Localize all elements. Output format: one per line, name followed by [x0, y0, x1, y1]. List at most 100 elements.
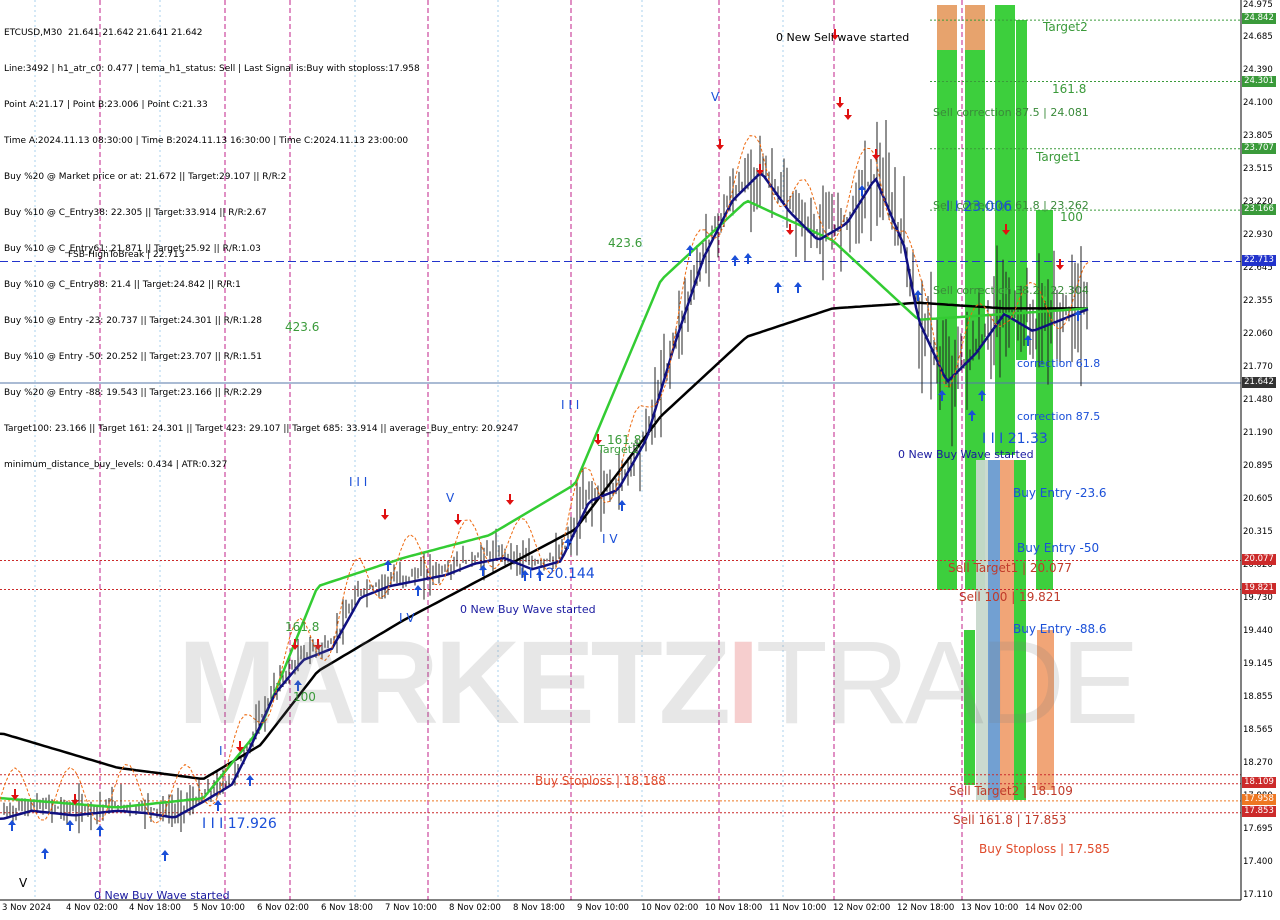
signal-bar	[965, 5, 985, 50]
watermark-part1: MARKETZ	[178, 617, 731, 749]
y-tick: 24.975	[1243, 0, 1273, 10]
point-label: I I I 20.144	[520, 566, 595, 582]
sell-arrow-icon	[1056, 259, 1064, 270]
buy-arrow-icon	[246, 775, 254, 786]
sell-target1-label: Sell Target1 | 20.077	[948, 561, 1072, 575]
x-tick: 3 Nov 2024	[2, 903, 52, 913]
buy-arrow-icon	[41, 848, 49, 859]
sell-correction-875-label: Sell correction 87.5 | 24.081	[933, 106, 1089, 119]
y-tick: 21.190	[1243, 428, 1273, 438]
info-line: Line:3492 | h1_atr_c0: 0.477 | tema_h1_s…	[4, 64, 420, 74]
buy-arrow-icon	[414, 585, 422, 596]
wave-label: I	[219, 744, 223, 758]
x-tick: 9 Nov 10:00	[577, 903, 629, 913]
buy-arrow-icon	[96, 825, 104, 836]
price-tag: 17.853	[1242, 806, 1276, 817]
target1-label: Target1	[1036, 150, 1081, 164]
fib-100-label: 100	[1060, 210, 1083, 224]
fib-1618-label: 161.8	[285, 620, 320, 634]
sell-arrow-icon	[872, 149, 880, 160]
y-tick: 18.565	[1243, 725, 1273, 735]
price-tag: 19.821	[1242, 583, 1276, 594]
sell-correction-382-label: Sell correction 38.2 | 22.304	[933, 284, 1089, 297]
new-buy-wave-label: 0 New Buy Wave started	[94, 889, 230, 902]
sell-arrow-icon	[454, 514, 462, 525]
y-tick: 19.730	[1243, 593, 1273, 603]
x-tick: 10 Nov 18:00	[705, 903, 763, 913]
sell-arrow-icon	[844, 109, 852, 120]
fib-100-label: 100	[293, 690, 316, 704]
buy-entry-886-label: Buy Entry -88.6	[1013, 622, 1107, 636]
y-tick: 20.605	[1243, 494, 1273, 504]
y-tick: 24.685	[1243, 32, 1273, 42]
x-tick: 4 Nov 18:00	[129, 903, 181, 913]
x-tick: 14 Nov 02:00	[1025, 903, 1083, 913]
y-tick: 24.390	[1243, 65, 1273, 75]
y-tick: 20.315	[1243, 527, 1273, 537]
y-tick: 17.110	[1243, 890, 1273, 900]
x-tick: 8 Nov 02:00	[449, 903, 501, 913]
buy-arrow-icon	[774, 282, 782, 293]
point-c-label: I I I 21.33	[982, 431, 1048, 447]
sell-target2-label: Sell Target2 | 18.109	[949, 784, 1073, 798]
fib-4236-label: 423.6	[608, 236, 643, 250]
buy-arrow-icon	[479, 565, 487, 576]
new-buy-wave-label: 0 New Buy Wave started	[898, 448, 1034, 461]
wave-label: V	[446, 491, 455, 505]
price-tag-current: 21.642	[1242, 377, 1276, 388]
buy-arrow-icon	[8, 820, 16, 831]
y-tick: 24.100	[1243, 98, 1273, 108]
buy-arrow-icon	[731, 255, 739, 266]
new-sell-wave-label: 0 New Sell wave started	[776, 31, 910, 44]
buy-arrow-icon	[214, 800, 222, 811]
info-panel: ETCUSD,M30 21.641 21.642 21.641 21.642 L…	[4, 3, 519, 483]
y-tick: 21.770	[1243, 362, 1273, 372]
watermark-part3: TRADE	[755, 617, 1140, 749]
info-line: Buy %10 @ C_Entry88: 21.4 || Target:24.8…	[4, 280, 241, 290]
info-line: Buy %10 @ Entry -23: 20.737 || Target:24…	[4, 316, 262, 326]
y-tick: 23.515	[1243, 164, 1273, 174]
info-line: Target100: 23.166 || Target 161: 24.301 …	[4, 424, 519, 434]
correction-875-label: correction 87.5	[1017, 410, 1101, 423]
target2-label: Target2	[1043, 20, 1088, 34]
x-tick: 6 Nov 02:00	[257, 903, 309, 913]
info-line: minimum_distance_buy_levels: 0.434 | ATR…	[4, 460, 228, 470]
y-tick: 17.400	[1243, 857, 1273, 867]
y-tick: 20.895	[1243, 461, 1273, 471]
price-tag: 24.301	[1242, 76, 1276, 87]
x-tick: 6 Nov 18:00	[321, 903, 373, 913]
buy-arrow-icon	[161, 850, 169, 861]
wave-label: I V	[602, 532, 618, 546]
wave-label: I V	[399, 611, 415, 625]
y-tick: 17.695	[1243, 824, 1273, 834]
sell-arrow-icon	[836, 97, 844, 108]
y-tick: 22.355	[1243, 296, 1273, 306]
buy-entry-236-label: Buy Entry -23.6	[1013, 486, 1107, 500]
sell-arrow-icon	[716, 139, 724, 150]
y-tick: 23.805	[1243, 131, 1273, 141]
y-tick: 18.270	[1243, 758, 1273, 768]
x-tick: 5 Nov 10:00	[193, 903, 245, 913]
fib-161-label: 161.8	[1052, 82, 1087, 96]
info-line: Buy %20 @ Entry -88: 19.543 || Target:23…	[4, 388, 262, 398]
info-line: Buy %10 @ C_Entry38: 22.305 || Target:33…	[4, 208, 267, 218]
info-line: Buy %20 @ Market price or at: 21.672 || …	[4, 172, 287, 182]
x-tick: 12 Nov 02:00	[833, 903, 891, 913]
buy-stoploss-label: Buy Stoploss | 18.188	[535, 774, 666, 788]
x-tick: 13 Nov 10:00	[961, 903, 1019, 913]
x-tick: 12 Nov 18:00	[897, 903, 955, 913]
y-tick: 18.855	[1243, 692, 1273, 702]
y-tick: 22.930	[1243, 230, 1273, 240]
price-tag: 22.713	[1242, 255, 1276, 266]
x-tick: 7 Nov 10:00	[385, 903, 437, 913]
wave-label: V	[19, 876, 28, 890]
point-label: I I I 17.926	[202, 816, 277, 832]
fib-4236-label: 423.6	[285, 320, 320, 334]
x-tick: 4 Nov 02:00	[66, 903, 118, 913]
signal-bar	[937, 5, 957, 50]
price-tag: 24.842	[1242, 13, 1276, 24]
price-tag: 23.707	[1242, 143, 1276, 154]
price-tag: 23.166	[1242, 204, 1276, 215]
info-line: Time A:2024.11.13 08:30:00 | Time B:2024…	[4, 136, 409, 146]
sell-arrow-icon	[381, 509, 389, 520]
